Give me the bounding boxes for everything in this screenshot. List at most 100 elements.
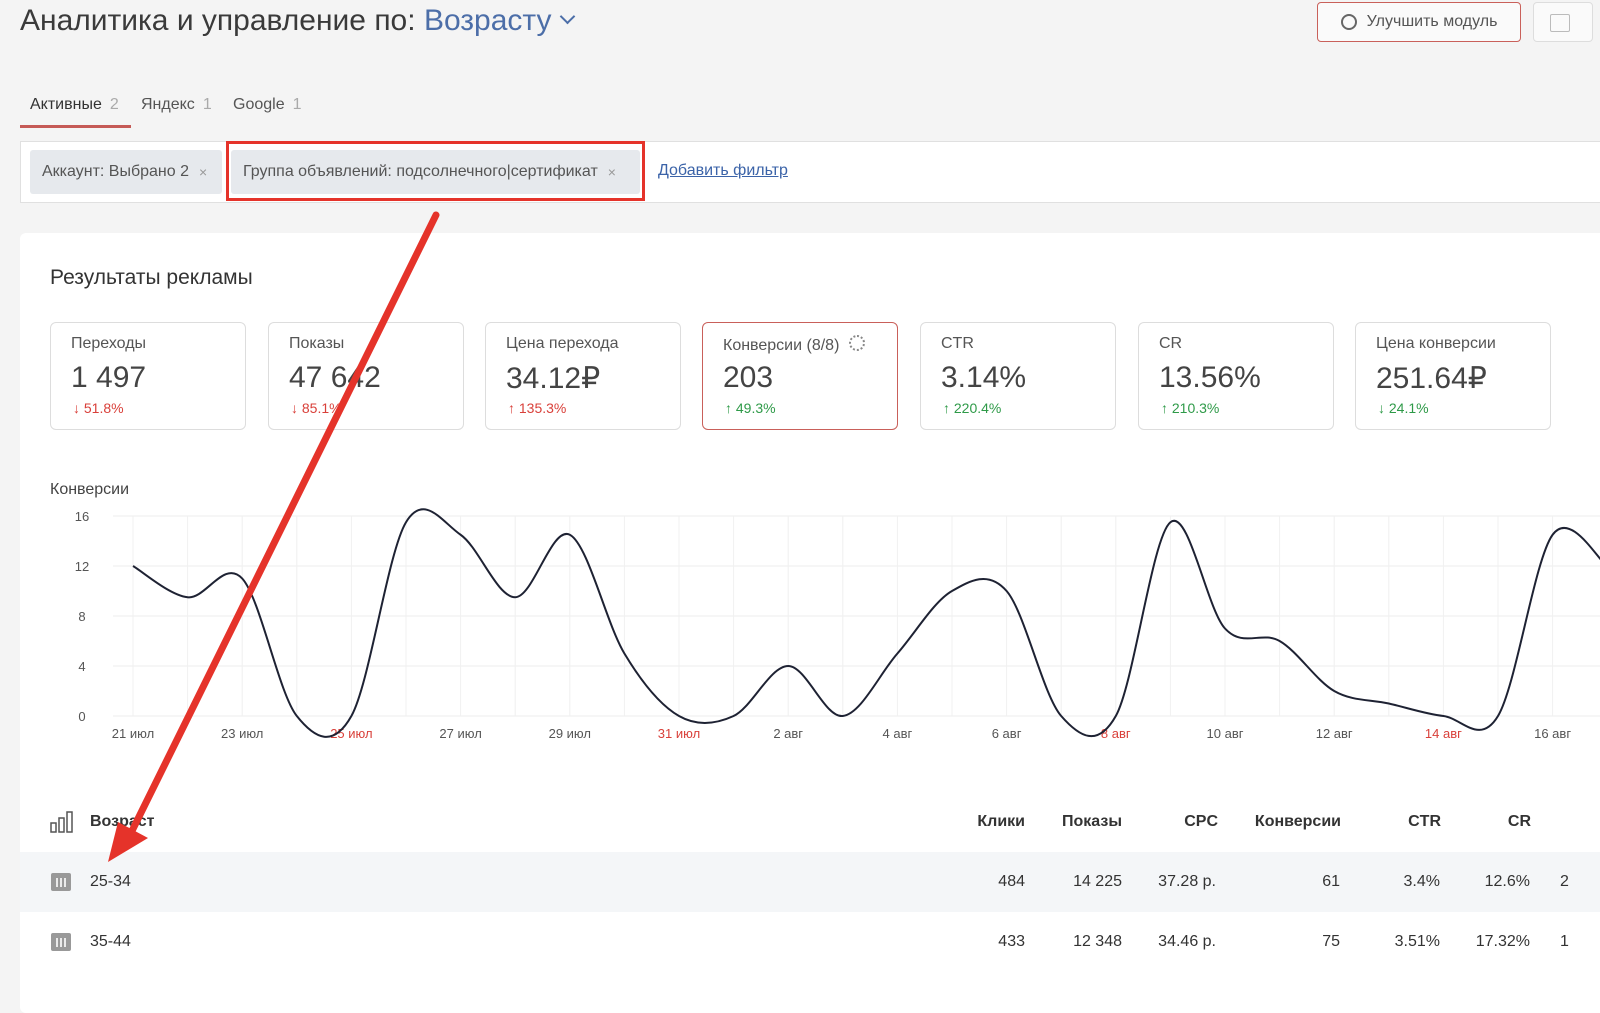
- x-tick-label: 14 авг: [1425, 726, 1462, 741]
- chevron-down-icon: [559, 8, 575, 25]
- speech-bubble-icon: [1340, 14, 1357, 30]
- y-tick-label: 16: [75, 509, 89, 524]
- column-header-conversions[interactable]: Конверсии: [1221, 813, 1341, 831]
- tab-active[interactable]: Активные 2: [30, 96, 119, 114]
- kpi-cpc[interactable]: Цена перехода 34.12₽ ↑ 135.3%: [485, 322, 681, 430]
- tab-label: Активные: [30, 96, 102, 113]
- cell-conversions: 75: [1322, 933, 1340, 950]
- add-filter-link[interactable]: Добавить фильтр: [658, 162, 788, 180]
- column-header-impressions[interactable]: Показы: [1022, 813, 1122, 831]
- kpi-label: CTR: [941, 335, 974, 352]
- filter-chip-label: Группа объявлений: подсолнечного|сертифи…: [243, 163, 598, 180]
- row-chart-icon[interactable]: [51, 933, 71, 951]
- chart-ylabel: Конверсии: [50, 481, 130, 498]
- close-icon[interactable]: ×: [608, 164, 616, 180]
- cell-conversions: 61: [1322, 873, 1340, 890]
- y-tick-label: 12: [75, 559, 89, 574]
- kpi-value: 203: [723, 361, 774, 394]
- x-tick-label: 6 авг: [992, 726, 1022, 741]
- kpi-cr[interactable]: CR 13.56% ↑ 210.3%: [1138, 322, 1334, 430]
- dimension-label: Возрасту: [423, 4, 552, 37]
- tab-count: 1: [202, 96, 212, 113]
- row-chart-icon[interactable]: [51, 873, 71, 891]
- cell-clicks: 433: [998, 933, 1025, 950]
- kpi-label: Цена перехода: [506, 335, 619, 352]
- kpi-change: ↑ 220.4%: [943, 400, 1002, 416]
- dimension-dropdown[interactable]: Возрасту: [423, 4, 575, 37]
- cell-cr: 12.6%: [1484, 873, 1530, 890]
- kpi-label: Переходы: [71, 335, 147, 352]
- cell-ctr: 3.51%: [1394, 933, 1440, 950]
- filter-chip-account[interactable]: Аккаунт: Выбрано 2 ×: [30, 150, 222, 194]
- kpi-impressions[interactable]: Показы 47 642 ↓ 85.1%: [268, 322, 464, 430]
- cell-impressions: 12 348: [1073, 933, 1122, 950]
- x-tick-label: 31 июл: [658, 726, 700, 741]
- cell-cpc: 37.28 р.: [1158, 873, 1216, 890]
- tab-count: 1: [292, 96, 302, 113]
- kpi-value: 34.12₽: [506, 362, 601, 395]
- page-title-prefix: Аналитика и управление по:: [20, 4, 416, 37]
- y-tick-label: 8: [78, 609, 85, 624]
- kpi-change: ↑ 135.3%: [508, 400, 567, 416]
- kpi-label: Конверсии (8/8): [723, 335, 866, 355]
- column-header-ctr[interactable]: CTR: [1341, 813, 1441, 831]
- kpi-change: ↓ 85.1%: [291, 400, 342, 416]
- x-tick-label: 29 июл: [549, 726, 591, 741]
- filter-chip-ad-group[interactable]: Группа объявлений: подсолнечного|сертифи…: [231, 150, 640, 194]
- close-icon[interactable]: ×: [199, 164, 207, 180]
- y-tick-label: 4: [78, 659, 85, 674]
- kpi-label: Цена конверсии: [1376, 335, 1496, 352]
- kpi-label-text: Конверсии (8/8): [723, 337, 840, 354]
- kpi-value: 1 497: [71, 361, 147, 394]
- x-tick-label: 4 авг: [883, 726, 913, 741]
- cell-clicks: 484: [998, 873, 1025, 890]
- x-tick-label: 27 июл: [439, 726, 481, 741]
- kpi-label: CR: [1159, 335, 1183, 352]
- results-title: Результаты рекламы: [50, 266, 253, 289]
- improve-module-button[interactable]: Улучшить модуль: [1317, 2, 1521, 42]
- calendar-icon: [1550, 14, 1570, 32]
- series-line: [132, 508, 1600, 738]
- tab-label: Яндекс: [141, 96, 195, 113]
- column-header-age[interactable]: Возраст: [90, 813, 154, 831]
- conversions-line-chart: 048121621 июл 23 июл 25 июл 27 июл 29 июл 31 …: [75, 508, 1600, 741]
- column-header-cpc[interactable]: CPC: [1118, 813, 1218, 831]
- calendar-button[interactable]: [1533, 2, 1593, 42]
- x-tick-label: 10 авг: [1207, 726, 1244, 741]
- kpi-conversions[interactable]: Конверсии (8/8) 203 ↑ 49.3%: [702, 322, 898, 430]
- kpi-conversion-cost[interactable]: Цена конверсии 251.64₽ ↓ 24.1%: [1355, 322, 1551, 430]
- kpi-ctr[interactable]: CTR 3.14% ↑ 220.4%: [920, 322, 1116, 430]
- kpi-clicks[interactable]: Переходы 1 497 ↓ 51.8%: [50, 322, 246, 430]
- x-tick-label: 2 авг: [773, 726, 803, 741]
- kpi-change: ↑ 49.3%: [725, 400, 776, 416]
- tab-label: Google: [233, 96, 285, 113]
- tab-google[interactable]: Google 1: [233, 96, 302, 114]
- kpi-value: 47 642: [289, 361, 381, 394]
- kpi-change: ↓ 51.8%: [73, 400, 124, 416]
- kpi-label: Показы: [289, 335, 345, 352]
- bar-chart-icon[interactable]: [50, 811, 76, 833]
- tab-yandex[interactable]: Яндекс 1: [141, 96, 212, 114]
- x-tick-label: 21 июл: [112, 726, 154, 741]
- kpi-change: ↑ 210.3%: [1161, 400, 1220, 416]
- x-tick-label: 16 авг: [1534, 726, 1571, 741]
- column-header-cr[interactable]: CR: [1431, 813, 1531, 831]
- kpi-value: 13.56%: [1159, 361, 1261, 394]
- x-tick-label: 8 авг: [1101, 726, 1131, 741]
- column-header-clicks[interactable]: Клики: [925, 813, 1025, 831]
- x-tick-label: 23 июл: [221, 726, 263, 741]
- x-tick-label: 12 авг: [1316, 726, 1353, 741]
- filter-chip-label: Аккаунт: Выбрано 2: [42, 163, 190, 180]
- cell-age: 35-44: [90, 933, 131, 950]
- tab-underline: [20, 125, 131, 128]
- cell-cr: 17.32%: [1475, 933, 1530, 950]
- cell-ctr: 3.4%: [1403, 873, 1440, 890]
- gear-icon[interactable]: [849, 335, 866, 351]
- cell-extra: 1: [1560, 933, 1569, 950]
- improve-module-label: Улучшить модуль: [1366, 13, 1498, 30]
- page-title: Аналитика и управление по: Возрасту: [20, 4, 575, 38]
- kpi-value: 251.64₽: [1376, 362, 1487, 395]
- kpi-value: 3.14%: [941, 361, 1027, 394]
- tab-count: 2: [109, 96, 119, 113]
- y-tick-label: 0: [78, 709, 85, 724]
